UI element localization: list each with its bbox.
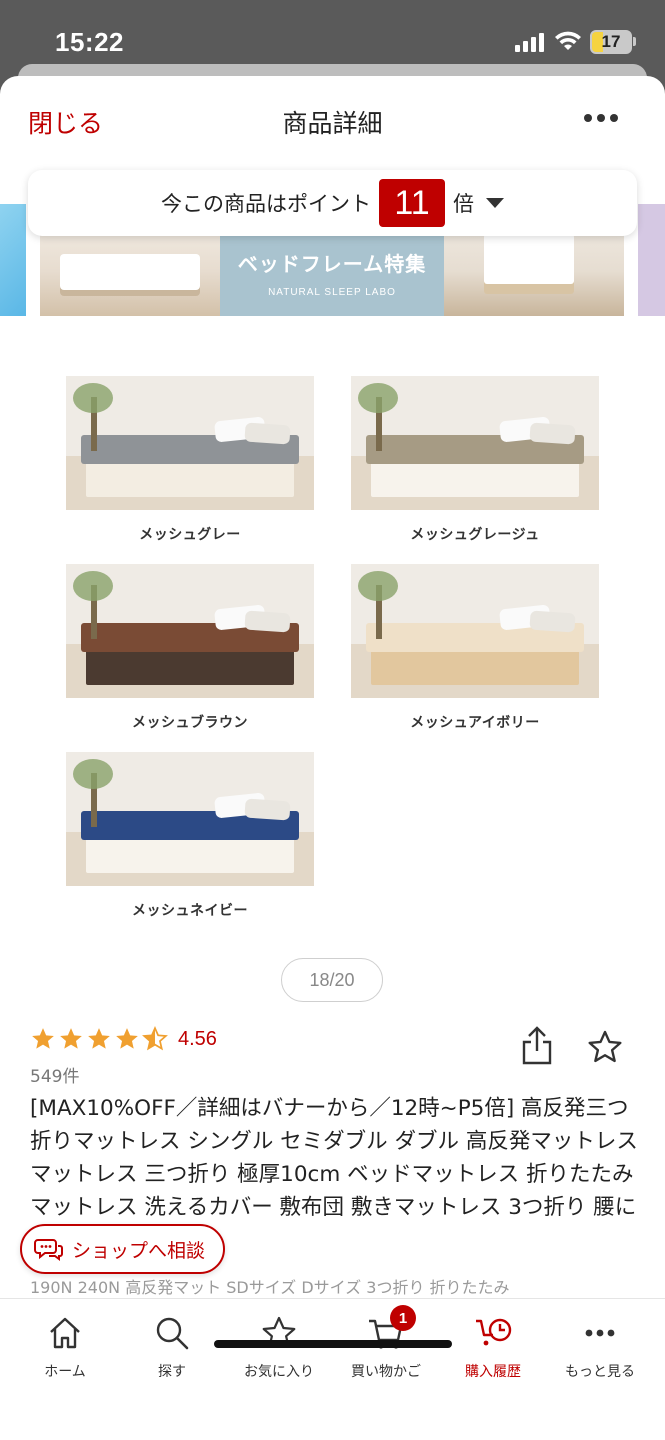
banner-prev-peek[interactable]: [0, 204, 26, 316]
variant-label: メッシュネイビー: [132, 903, 248, 919]
cellular-signal-icon: [515, 32, 544, 52]
variant-image: [351, 376, 599, 510]
variant-tile-greige[interactable]: メッシュグレージュ: [351, 376, 599, 544]
variant-image: [66, 564, 314, 698]
tab-cart-label: 買い物かご: [351, 1364, 421, 1380]
tab-history[interactable]: 購入履歴: [438, 1313, 548, 1381]
tab-search[interactable]: 探す: [117, 1313, 227, 1381]
image-pager-indicator: 18/20: [281, 958, 383, 1002]
rating-value: 4.56: [178, 1027, 217, 1050]
banner-next-peek[interactable]: [638, 204, 665, 316]
star-icon: [116, 1028, 138, 1049]
status-time: 15:22: [55, 27, 124, 57]
shop-consult-label: ショップへ相談: [72, 1239, 206, 1262]
wifi-icon: [555, 31, 581, 50]
variant-label: メッシュブラウン: [132, 715, 248, 731]
tab-history-label: 購入履歴: [465, 1364, 521, 1380]
points-prefix: 今この商品はポイント: [161, 192, 371, 216]
tab-favorites-label: お気に入り: [244, 1364, 314, 1380]
more-options-icon[interactable]: [584, 114, 618, 122]
banner-brand: NATURAL SLEEP LABO: [268, 287, 396, 298]
shop-consult-button[interactable]: ショップへ相談: [20, 1224, 226, 1274]
half-star-icon: [142, 1026, 168, 1051]
tab-home[interactable]: ホーム: [10, 1313, 120, 1381]
points-multiplier-badge: 11: [379, 179, 445, 227]
page-title: 商品詳細: [282, 109, 383, 138]
variant-image: [66, 752, 314, 886]
variant-image: [351, 564, 599, 698]
variant-tile-gray[interactable]: メッシュグレー: [66, 376, 314, 544]
battery-icon: 17: [590, 30, 632, 54]
home-indicator[interactable]: [214, 1340, 452, 1348]
star-icon: [88, 1028, 110, 1049]
review-rating[interactable]: 4.56: [30, 1026, 217, 1052]
star-icon: [32, 1028, 54, 1049]
variant-label: メッシュグレー: [139, 527, 241, 543]
more-dots-icon: [585, 1329, 615, 1337]
favorite-star-icon[interactable]: [586, 1028, 624, 1066]
battery-tip: [633, 37, 636, 46]
star-icon: [60, 1028, 82, 1049]
share-icon[interactable]: [520, 1026, 554, 1066]
variant-label: メッシュアイボリー: [410, 715, 540, 731]
tab-more-label: もっと見る: [565, 1364, 635, 1380]
variant-image: [66, 376, 314, 510]
cart-badge: 1: [390, 1305, 416, 1331]
status-bar: 15:22 17: [0, 0, 665, 70]
home-icon: [50, 1317, 80, 1349]
search-icon: [156, 1317, 189, 1350]
variant-tile-ivory[interactable]: メッシュアイボリー: [351, 564, 599, 732]
banner-headline: ベッドフレーム特集: [237, 252, 427, 276]
purchase-history-icon: [476, 1318, 512, 1346]
battery-level: 17: [601, 32, 621, 51]
product-detail-sheet: 閉じる 商品詳細 ベッドフレーム特集 NATURAL SLEEP LABO 今こ…: [0, 76, 665, 1440]
chat-bubble-icon: [34, 1239, 63, 1261]
product-subtitle: 190N 240N 高反発マット SDサイズ Dサイズ 3つ折り 折りたたみ: [30, 1278, 510, 1297]
bottom-tab-bar: ホーム 探す お気に入り 1 買い物かご 購入履歴 もっと見る: [0, 1298, 665, 1440]
tab-home-label: ホーム: [44, 1364, 86, 1380]
variant-label: メッシュグレージュ: [410, 527, 540, 543]
points-suffix: 倍: [453, 192, 474, 216]
variant-tile-brown[interactable]: メッシュブラウン: [66, 564, 314, 732]
variant-tile-navy[interactable]: メッシュネイビー: [66, 752, 314, 920]
top-nav: 閉じる 商品詳細: [0, 76, 665, 162]
chevron-down-icon: [486, 198, 504, 208]
review-count[interactable]: 549件: [30, 1062, 79, 1087]
tab-more[interactable]: もっと見る: [545, 1313, 655, 1381]
points-multiplier-pill[interactable]: 今この商品はポイント 11 倍: [28, 170, 637, 236]
tab-search-label: 探す: [158, 1364, 186, 1380]
